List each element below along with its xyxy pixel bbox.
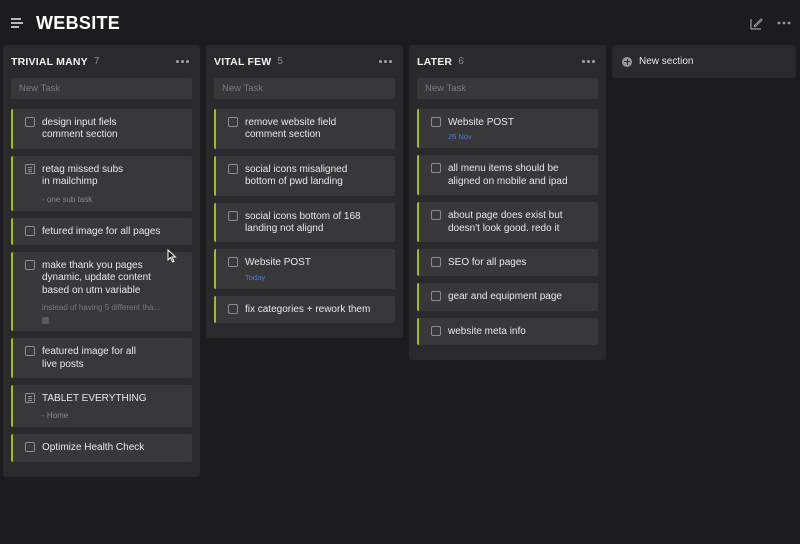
new-section-label: New section <box>639 56 694 67</box>
task-title: about page does exist but doesn't look g… <box>448 210 563 234</box>
task-title: social icons misaligned bottom of pwd la… <box>245 163 348 188</box>
task-card[interactable]: fetured image for all pages <box>11 217 192 246</box>
section-header: VITAL FEW 5 <box>214 45 395 78</box>
new-task-input[interactable]: New Task <box>417 78 598 99</box>
task-card[interactable]: about page does exist but doesn't look g… <box>417 202 598 243</box>
task-card[interactable]: design input fiels comment section <box>11 109 192 149</box>
task-card[interactable]: retag missed subs in mailchimp - one sub … <box>11 155 192 211</box>
task-card[interactable]: Optimize Health Check <box>11 434 192 462</box>
task-card[interactable]: social icons bottom of 168 landing not a… <box>214 202 395 243</box>
task-title: fix categories + rework them <box>245 303 371 315</box>
task-title: TABLET EVERYTHING <box>42 393 147 405</box>
task-checkbox[interactable] <box>431 325 441 336</box>
section-more-icon[interactable] <box>379 55 393 67</box>
task-title: fetured image for all pages <box>42 225 161 237</box>
task-card[interactable]: fix categories + rework them <box>214 295 395 324</box>
section-task-count: 7 <box>93 56 100 67</box>
board: TRIVIAL MANY 7 New Task design input fiels … <box>3 45 796 477</box>
task-title: retag missed subs in mailchimp <box>42 163 124 188</box>
task-checkbox[interactable] <box>431 210 441 221</box>
subtasks-icon[interactable] <box>25 163 35 174</box>
task-title: social icons bottom of 168 landing not a… <box>245 210 361 235</box>
task-card[interactable]: social icons misaligned bottom of pwd la… <box>214 155 395 196</box>
section-header: LATER 6 <box>417 45 598 78</box>
task-title: featured image for all live posts <box>42 346 136 370</box>
section-more-icon[interactable] <box>176 55 190 67</box>
task-card[interactable]: SEO for all pages <box>417 249 598 277</box>
task-card[interactable]: featured image for all live posts <box>11 338 192 379</box>
task-title: make thank you pages dynamic, update con… <box>42 260 151 296</box>
mouse-pointer-icon <box>167 248 177 268</box>
task-card[interactable]: make thank you pages dynamic, update con… <box>11 252 192 332</box>
section-title[interactable]: LATER <box>417 56 452 68</box>
section-task-count: 6 <box>458 56 464 67</box>
subtasks-icon[interactable] <box>25 393 35 404</box>
subtask-item: - Home <box>42 411 69 421</box>
plus-circle-icon <box>622 56 632 67</box>
task-checkbox[interactable] <box>228 163 238 174</box>
hamburger-menu-icon[interactable] <box>11 18 23 28</box>
task-title: design input fiels comment section <box>42 117 118 141</box>
task-checkbox[interactable] <box>228 257 238 268</box>
task-checkbox[interactable] <box>431 163 441 174</box>
section-column: VITAL FEW 5 New Task remove website field c… <box>206 45 403 339</box>
top-bar: WEBSITE <box>0 0 800 46</box>
page-title: WEBSITE <box>36 13 121 33</box>
task-title: website meta info <box>448 325 526 337</box>
task-card[interactable]: website meta info <box>417 317 598 346</box>
new-section-button[interactable]: New section <box>612 45 796 78</box>
section-title[interactable]: TRIVIAL MANY <box>11 56 88 68</box>
section-title[interactable]: VITAL FEW <box>214 56 271 68</box>
description-icon <box>42 317 49 325</box>
task-title: gear and equipment page <box>448 291 562 303</box>
task-card[interactable]: TABLET EVERYTHING - Home <box>11 385 192 428</box>
task-checkbox[interactable] <box>228 117 238 127</box>
more-icon[interactable] <box>776 15 792 31</box>
task-due-date: 26 Nov <box>448 132 472 142</box>
new-task-input[interactable]: New Task <box>214 78 395 99</box>
section-header: TRIVIAL MANY 7 <box>11 45 192 78</box>
task-checkbox[interactable] <box>228 303 238 314</box>
task-checkbox[interactable] <box>25 346 35 357</box>
task-title: Website POST <box>448 117 514 128</box>
task-description: instead of having 5 different tha... <box>42 303 161 313</box>
task-title: remove website field comment section <box>245 117 337 141</box>
task-checkbox[interactable] <box>25 442 35 453</box>
task-card[interactable]: remove website field comment section <box>214 109 395 149</box>
task-title: Optimize Health Check <box>42 442 145 454</box>
task-card[interactable]: all menu items should be aligned on mobi… <box>417 155 598 196</box>
section-column: LATER 6 New Task Website POST 26 Nov all menu… <box>409 45 606 361</box>
task-checkbox[interactable] <box>228 210 238 221</box>
section-task-count: 5 <box>277 56 283 67</box>
task-due-date: Today <box>245 272 266 282</box>
task-checkbox[interactable] <box>25 225 35 236</box>
task-card[interactable]: Website POST 26 Nov <box>417 109 598 149</box>
task-title: SEO for all pages <box>448 257 527 269</box>
new-task-input[interactable]: New Task <box>11 78 192 99</box>
task-checkbox[interactable] <box>431 257 441 268</box>
task-checkbox[interactable] <box>431 291 441 302</box>
task-checkbox[interactable] <box>25 260 35 271</box>
top-right-actions <box>748 15 792 31</box>
task-card[interactable]: Website POST Today <box>214 249 395 289</box>
task-card[interactable]: gear and equipment page <box>417 283 598 311</box>
task-title: all menu items should be aligned on mobi… <box>448 163 568 187</box>
task-title: Website POST <box>245 257 311 269</box>
task-checkbox[interactable] <box>431 117 441 127</box>
task-checkbox[interactable] <box>25 117 35 127</box>
section-more-icon[interactable] <box>582 55 596 67</box>
edit-icon[interactable] <box>748 15 764 31</box>
subtask-item: - one sub task <box>42 194 93 204</box>
